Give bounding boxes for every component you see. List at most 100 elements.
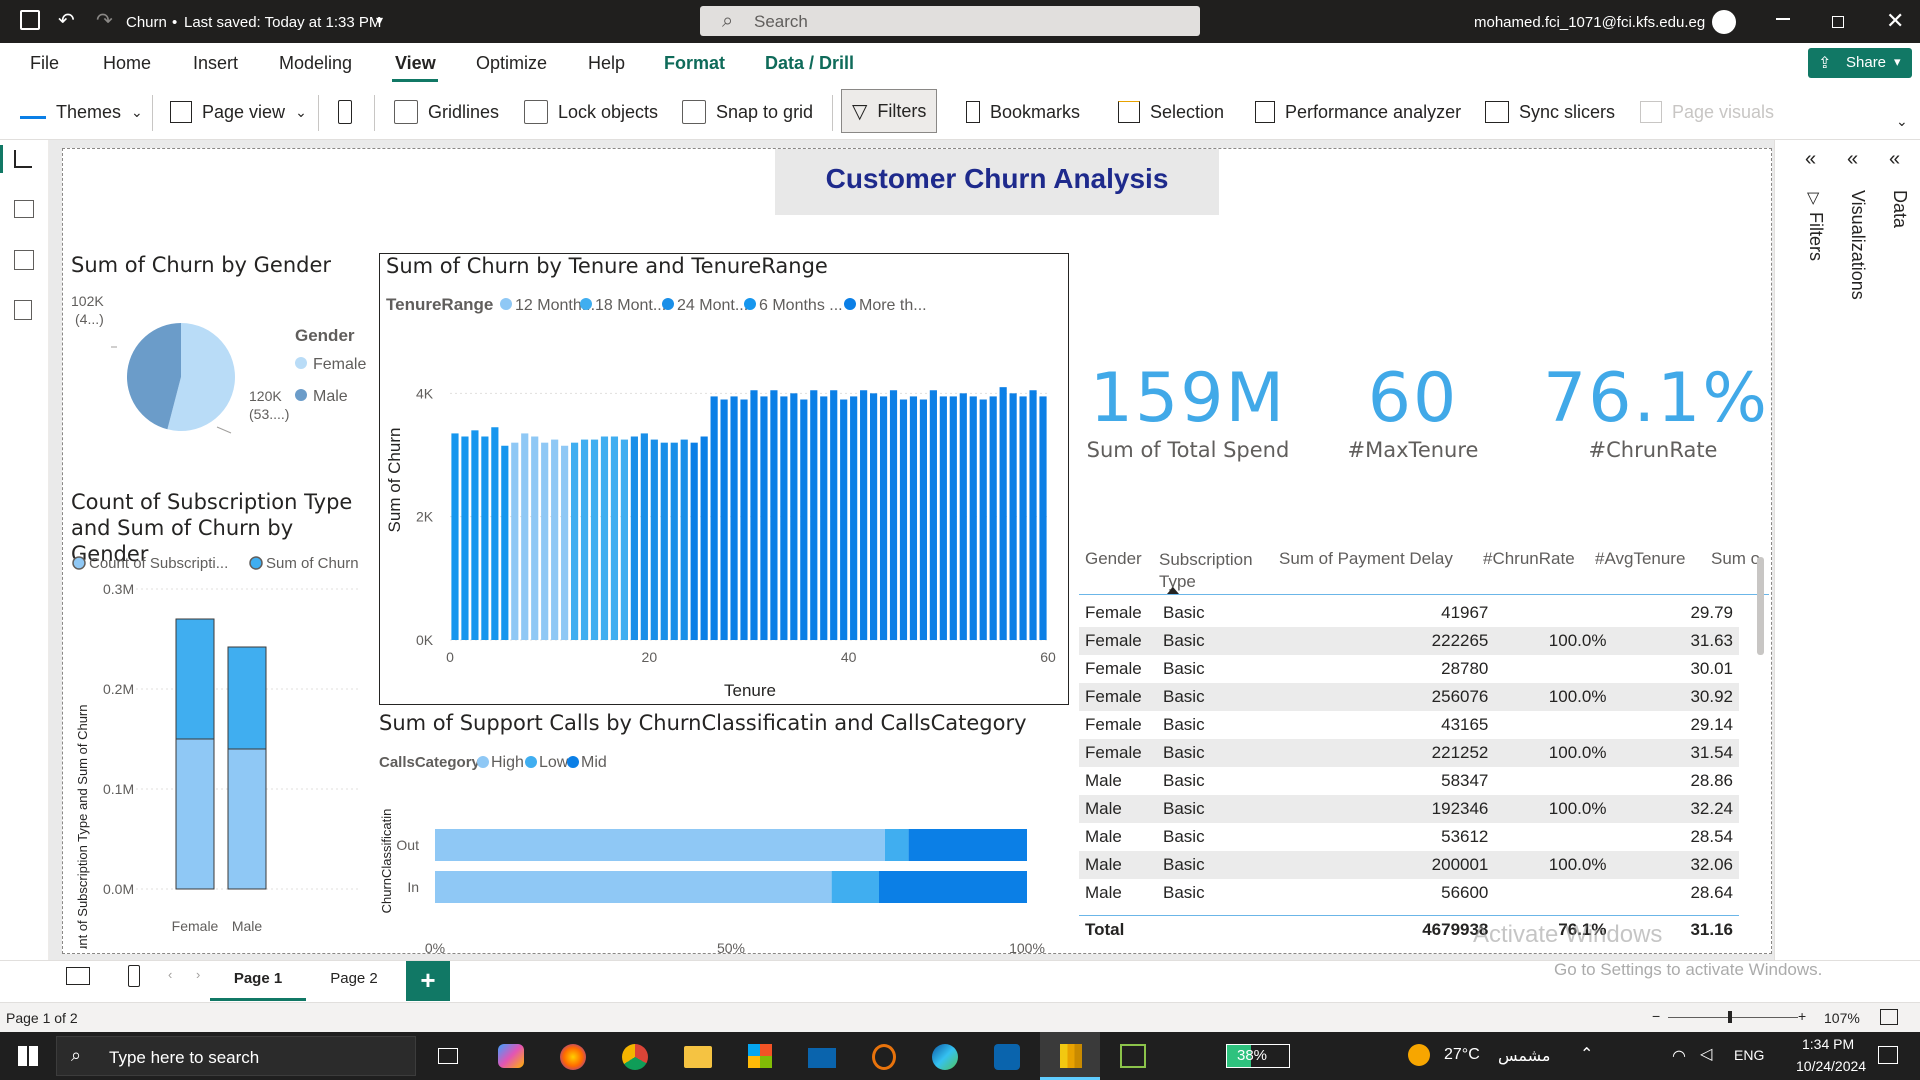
chevron-down-icon[interactable]: ▾	[376, 12, 383, 29]
bookmarks-button[interactable]: Bookmarks	[966, 97, 1080, 127]
document-title[interactable]: Churn	[126, 14, 167, 31]
dax-query-view-icon[interactable]	[14, 300, 32, 320]
tenure-bar[interactable]	[700, 436, 708, 641]
tenure-bar[interactable]	[929, 390, 937, 640]
tenure-bar[interactable]	[820, 396, 828, 640]
tenure-bar[interactable]	[660, 442, 668, 640]
page-visuals-button[interactable]: Page visuals	[1640, 97, 1774, 127]
sort-ascending-icon[interactable]	[1167, 587, 1179, 594]
search-input[interactable]: ⌕ Search	[700, 6, 1200, 36]
tenure-bar[interactable]	[580, 439, 589, 640]
tenure-bar[interactable]	[730, 396, 738, 640]
subscription-churn-chart-visual[interactable]: Count of Subscription Type and Sum of Ch…	[71, 489, 371, 953]
app-icon-orange[interactable]	[872, 1044, 896, 1070]
tenure-bar[interactable]	[840, 399, 848, 641]
column-bar-male-count[interactable]	[227, 748, 267, 890]
tenure-bar[interactable]	[760, 396, 768, 640]
tenure-legend-item[interactable]: More th...	[859, 297, 927, 314]
last-saved-text[interactable]: Last saved: Today at 1:33 PM	[184, 14, 381, 31]
add-page-button[interactable]: +	[406, 961, 450, 1001]
tenure-bar[interactable]	[551, 439, 559, 640]
tenure-bar[interactable]	[1039, 396, 1047, 640]
tenure-legend-item[interactable]: 18 Mont...	[595, 297, 666, 314]
table-row[interactable]: Female Basic 41967 29.79	[1079, 599, 1739, 627]
redo-icon[interactable]: ↷	[96, 8, 113, 33]
tab-insert[interactable]: Insert	[193, 53, 238, 74]
calls-bar-out-mid[interactable]	[908, 829, 1027, 861]
volume-icon[interactable]: ◁	[1700, 1044, 1712, 1064]
tenure-bar[interactable]	[640, 433, 648, 640]
firefox-icon[interactable]	[560, 1044, 586, 1070]
column-header-sum-truncated[interactable]: Sum o	[1711, 549, 1760, 569]
zoom-slider-track[interactable]	[1668, 1017, 1798, 1018]
fit-to-page-icon[interactable]	[1880, 1009, 1898, 1025]
filters-button[interactable]: ▽ Filters	[841, 89, 938, 133]
kpi-card-total-spend[interactable]: 159M Sum of Total Spend	[1083, 359, 1293, 469]
tenure-bar[interactable]	[521, 433, 529, 640]
tenure-bar[interactable]	[899, 399, 908, 641]
tenure-bar[interactable]	[810, 390, 818, 640]
snipping-tool-icon[interactable]	[1120, 1044, 1146, 1068]
tenure-bar[interactable]	[989, 396, 997, 640]
tenure-bar[interactable]	[939, 396, 947, 640]
support-calls-chart-visual[interactable]: Sum of Support Calls by ChurnClassificat…	[379, 705, 1069, 953]
clock-date[interactable]: 10/24/2024	[1796, 1058, 1866, 1074]
tenure-bar[interactable]	[949, 396, 957, 640]
tenure-bar[interactable]	[959, 393, 967, 640]
zoom-slider-thumb[interactable]	[1728, 1011, 1732, 1023]
pie-legend-male[interactable]: Male	[313, 388, 348, 405]
tenure-bar[interactable]	[889, 390, 898, 640]
tenure-bar[interactable]	[710, 396, 718, 640]
tenure-bar[interactable]	[481, 436, 489, 641]
share-button[interactable]: ⇪ Share ▾	[1808, 48, 1912, 78]
tenure-bar[interactable]	[999, 387, 1007, 640]
tenure-bar[interactable]	[630, 436, 638, 641]
tenure-bar[interactable]	[879, 396, 888, 640]
close-icon[interactable]: ✕	[1886, 8, 1904, 34]
network-icon[interactable]: ◠	[1672, 1046, 1686, 1066]
table-row[interactable]: Female Basic 256076 100.0% 30.92	[1079, 683, 1739, 711]
tenure-bar[interactable]	[780, 396, 788, 640]
file-explorer-icon[interactable]	[684, 1046, 712, 1068]
windows-start-icon[interactable]	[18, 1046, 38, 1066]
model-view-icon[interactable]	[14, 250, 34, 270]
tab-home[interactable]: Home	[103, 53, 151, 74]
tenure-bar[interactable]	[620, 439, 629, 640]
performance-analyzer-button[interactable]: Performance analyzer	[1255, 97, 1461, 127]
microsoft-store-icon[interactable]	[748, 1044, 772, 1068]
tenure-bar[interactable]	[590, 439, 599, 640]
tab-file[interactable]: File	[30, 53, 59, 74]
restore-icon[interactable]	[1832, 16, 1844, 28]
ribbon-collapse-icon[interactable]: ⌄	[1896, 113, 1908, 130]
filters-pane-label[interactable]: Filters	[1805, 212, 1826, 261]
column-bar-male-churn[interactable]	[227, 646, 267, 750]
desktop-layout-icon[interactable]	[66, 967, 90, 985]
copilot-icon[interactable]	[498, 1044, 524, 1068]
lock-objects-checkbox[interactable]: Lock objects	[524, 97, 658, 127]
tenure-legend-item[interactable]: 6 Months ...	[759, 297, 843, 314]
scroll-right-icon[interactable]: ›	[196, 967, 200, 982]
legend-count-subscription[interactable]: Count of Subscripti...	[89, 555, 228, 572]
table-vertical-scrollbar[interactable]	[1757, 557, 1764, 655]
tenure-legend-item[interactable]: 24 Mont...	[677, 297, 748, 314]
clock-time[interactable]: 1:34 PM	[1802, 1036, 1854, 1052]
pie-legend-female[interactable]: Female	[313, 356, 366, 373]
save-icon[interactable]	[20, 10, 40, 30]
tenure-bar[interactable]	[770, 390, 778, 640]
column-bar-female-churn[interactable]	[175, 618, 215, 740]
input-language[interactable]: ENG	[1734, 1047, 1764, 1063]
tenure-bar[interactable]	[979, 399, 987, 641]
tenure-bar[interactable]	[850, 396, 858, 640]
page-tab-1[interactable]: Page 1	[210, 961, 306, 1001]
calls-bar-out-high[interactable]	[435, 829, 885, 861]
notifications-icon[interactable]	[1878, 1046, 1898, 1064]
calls-bar-in-high[interactable]	[435, 871, 832, 903]
tenure-bar[interactable]	[1029, 390, 1037, 640]
tenure-chart-visual[interactable]: Sum of Churn by Tenure and TenureRange T…	[379, 253, 1069, 705]
table-row[interactable]: Female Basic 28780 30.01	[1079, 655, 1739, 683]
kpi-card-churn-rate[interactable]: 76.1% #ChrunRate	[1543, 359, 1767, 469]
mobile-layout-button[interactable]	[338, 97, 352, 127]
edge-icon[interactable]	[932, 1044, 958, 1070]
tab-optimize[interactable]: Optimize	[476, 53, 547, 74]
power-bi-taskbar-active[interactable]	[1040, 1032, 1100, 1080]
